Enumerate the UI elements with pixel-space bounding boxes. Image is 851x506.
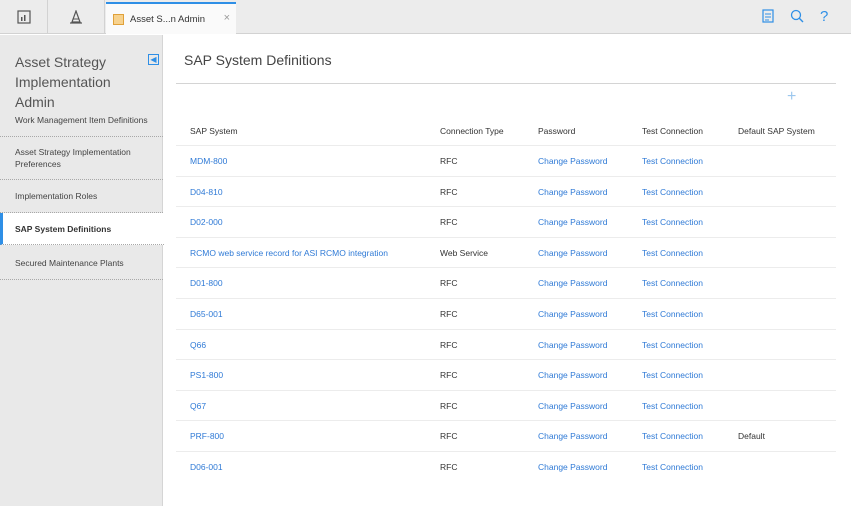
connection-type: RFC (440, 339, 458, 350)
page-title: SAP System Definitions (184, 52, 332, 68)
sap-system-link[interactable]: PRF-800 (190, 421, 224, 451)
test-connection-link[interactable]: Test Connection (642, 391, 703, 421)
change-password-link[interactable]: Change Password (538, 146, 607, 176)
column-header-sap-system[interactable]: SAP System (190, 126, 238, 136)
tab-label: Asset S...n Admin (130, 13, 205, 25)
sidebar-item-asi-preferences[interactable]: Asset Strategy Implementation Preference… (0, 137, 163, 180)
connection-type: RFC (440, 431, 458, 442)
table-row: D02-000 RFC Change Password Test Connection (176, 206, 836, 236)
sidebar: Asset Strategy Implementation Admin ◀ Wo… (0, 35, 164, 506)
sidebar-item-label: Work Management Item Definitions (15, 115, 148, 125)
tab-asset-strategy-admin[interactable]: Asset S...n Admin × (106, 2, 236, 34)
table-row: Q66 RFC Change Password Test Connection (176, 328, 836, 360)
change-password-link[interactable]: Change Password (538, 268, 607, 298)
column-header-default-sap-system[interactable]: Default SAP System (738, 126, 815, 136)
sidebar-item-sap-system-definitions[interactable]: SAP System Definitions (0, 213, 164, 245)
sap-system-link[interactable]: MDM-800 (190, 146, 227, 176)
table-row: Q67 RFC Change Password Test Connection (176, 389, 836, 421)
table-row: D04-810 RFC Change Password Test Connection (176, 175, 836, 207)
connection-type: Web Service (440, 247, 489, 258)
table-row: PS1-800 RFC Change Password Test Connection (176, 359, 836, 389)
table-row: D06-001 RFC Change Password Test Connection (176, 451, 836, 481)
connection-type: RFC (440, 462, 458, 472)
test-connection-link[interactable]: Test Connection (642, 238, 703, 268)
column-header-connection-type[interactable]: Connection Type (440, 126, 504, 136)
search-icon[interactable] (790, 9, 804, 26)
change-password-link[interactable]: Change Password (538, 330, 607, 360)
sidebar-item-label: Asset Strategy Implementation Preference… (15, 147, 131, 169)
sidebar-item-work-management[interactable]: Work Management Item Definitions (0, 104, 163, 137)
dashboard-button[interactable] (0, 0, 48, 34)
sap-system-link[interactable]: D02-000 (190, 207, 223, 237)
test-connection-link[interactable]: Test Connection (642, 146, 703, 176)
connection-type: RFC (440, 400, 458, 411)
change-password-link[interactable]: Change Password (538, 238, 607, 268)
close-icon[interactable]: × (224, 12, 230, 24)
change-password-link[interactable]: Change Password (538, 452, 607, 482)
sap-system-link[interactable]: RCMO web service record for ASI RCMO int… (190, 238, 388, 268)
sidebar-item-label: SAP System Definitions (15, 223, 112, 234)
sap-system-link[interactable]: D06-001 (190, 452, 223, 482)
connection-type: RFC (440, 217, 458, 228)
test-connection-link[interactable]: Test Connection (642, 452, 703, 482)
sidebar-item-secured-maintenance-plants[interactable]: Secured Maintenance Plants (0, 247, 163, 280)
sidebar-title: Asset Strategy Implementation Admin (15, 54, 111, 110)
sap-system-link[interactable]: Q67 (190, 391, 206, 421)
help-icon[interactable]: ? (820, 9, 828, 25)
change-password-link[interactable]: Change Password (538, 299, 607, 329)
connection-type: RFC (440, 156, 458, 166)
sidebar-item-label: Secured Maintenance Plants (15, 258, 124, 268)
column-header-test-connection[interactable]: Test Connection (642, 126, 703, 136)
main-content: SAP System Definitions + SAP System Conn… (164, 35, 851, 506)
table-row: D65-001 RFC Change Password Test Connection (176, 298, 836, 328)
asset-strategy-icon (113, 13, 124, 25)
table-row: PRF-800 RFC Change Password Test Connection… (176, 420, 836, 450)
connection-type: RFC (440, 309, 458, 319)
test-connection-link[interactable]: Test Connection (642, 330, 703, 360)
test-connection-link[interactable]: Test Connection (642, 360, 703, 390)
table-row: D01-800 RFC Change Password Test Connection (176, 267, 836, 297)
sap-system-link[interactable]: D04-810 (190, 177, 223, 207)
change-password-link[interactable]: Change Password (538, 360, 607, 390)
change-password-link[interactable]: Change Password (538, 421, 607, 451)
news-icon[interactable] (762, 9, 774, 26)
dashboard-icon (16, 10, 31, 24)
sap-system-link[interactable]: Q66 (190, 330, 206, 360)
column-header-password[interactable]: Password (538, 126, 575, 136)
default-sap-system: Default (738, 431, 765, 442)
change-password-link[interactable]: Change Password (538, 207, 607, 237)
hierarchy-icon (70, 10, 82, 24)
collapse-left-icon[interactable]: ◀ (148, 54, 159, 65)
table-row: MDM-800 RFC Change Password Test Connection (176, 145, 836, 175)
sap-system-link[interactable]: PS1-800 (190, 360, 223, 390)
connection-type: RFC (440, 278, 458, 289)
hierarchy-button[interactable] (48, 0, 105, 34)
test-connection-link[interactable]: Test Connection (642, 177, 703, 207)
change-password-link[interactable]: Change Password (538, 391, 607, 421)
sidebar-item-label: Implementation Roles (15, 191, 98, 201)
sap-system-link[interactable]: D65-001 (190, 299, 223, 329)
connection-type: RFC (440, 186, 458, 197)
test-connection-link[interactable]: Test Connection (642, 268, 703, 298)
test-connection-link[interactable]: Test Connection (642, 421, 703, 451)
table-row: RCMO web service record for ASI RCMO int… (176, 236, 836, 268)
test-connection-link[interactable]: Test Connection (642, 207, 703, 237)
test-connection-link[interactable]: Test Connection (642, 299, 703, 329)
divider (176, 83, 836, 84)
change-password-link[interactable]: Change Password (538, 177, 607, 207)
sap-system-link[interactable]: D01-800 (190, 268, 223, 298)
add-button[interactable]: + (787, 88, 796, 106)
top-bar: Asset S...n Admin × ? (0, 0, 851, 34)
sidebar-item-implementation-roles[interactable]: Implementation Roles (0, 180, 163, 213)
connection-type: RFC (440, 370, 458, 381)
